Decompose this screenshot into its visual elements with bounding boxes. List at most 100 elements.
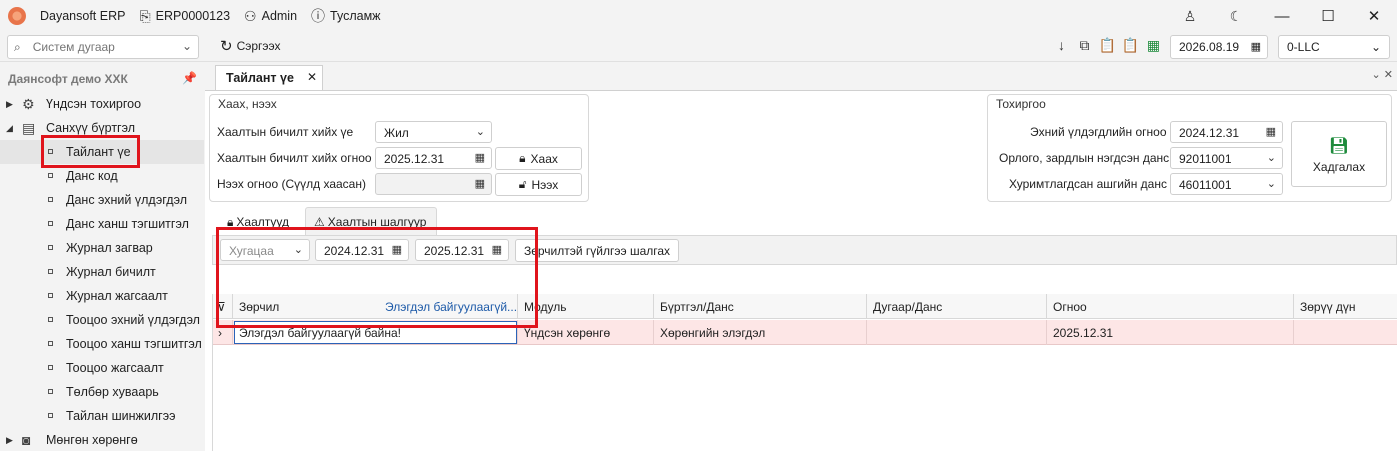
collapse-arrow-icon[interactable]: ◢ xyxy=(6,123,13,134)
tab-title: Тайлант үе xyxy=(226,71,294,85)
save-button[interactable]: 💾︎ Хадгалах xyxy=(1291,121,1387,187)
paste-icon[interactable]: 📋 xyxy=(1096,37,1119,54)
cell-register[interactable]: Хөрөнгийн элэгдэл xyxy=(654,320,867,345)
working-date[interactable]: 2026.08.19 ▦ xyxy=(1170,35,1268,59)
closing-period-select[interactable]: Жил ⌄ xyxy=(375,121,492,143)
save-icon: 💾︎ xyxy=(1328,138,1350,155)
sidebar-item-label: Данс эхний үлдэгдэл xyxy=(66,193,188,207)
opening-balance-date-input[interactable]: 2024.12.31 ▦ xyxy=(1170,121,1283,143)
closing-period-label: Хаалтын бичилт хийх үе xyxy=(217,125,354,139)
sidebar-item-settlement-list[interactable]: Тооцоо жагсаалт xyxy=(0,356,204,380)
close-window-button[interactable]: ✕ xyxy=(1351,7,1397,25)
help-menu[interactable]: ⓘ Тусламж xyxy=(311,6,381,26)
document-icon: ⎘ xyxy=(139,7,151,24)
bullet-icon xyxy=(48,389,53,394)
sidebar-item-settlement-opening[interactable]: Тооцоо эхний үлдэгдэл xyxy=(0,308,204,332)
calendar-icon[interactable]: ▦ xyxy=(475,151,485,164)
income-expense-account-label: Орлого, зардлын нэгдсэн данс xyxy=(999,151,1170,165)
sidebar-item-account-revaluation[interactable]: Данс ханш тэгшитгэл xyxy=(0,212,204,236)
sidebar-item-journal-list[interactable]: Журнал жагсаалт xyxy=(0,284,204,308)
erp-id-text: ERP0000123 xyxy=(155,9,231,23)
check-violations-button[interactable]: Зөрчилтэй гүйлгээ шалгах xyxy=(515,239,679,262)
retained-earnings-account-select[interactable]: 46011001 ⌄ xyxy=(1170,173,1283,195)
calendar-icon[interactable]: ▦ xyxy=(1251,40,1261,53)
calendar-icon[interactable]: ▦ xyxy=(475,177,485,190)
bullet-icon xyxy=(48,221,53,226)
bullet-icon xyxy=(48,197,53,202)
column-header-register[interactable]: Бүртгэл/Данс xyxy=(654,294,867,319)
check-violations-label: Зөрчилтэй гүйлгээ шалгах xyxy=(523,243,671,258)
cell-diff[interactable] xyxy=(1294,320,1397,345)
bullet-icon xyxy=(48,341,53,346)
pin-icon[interactable]: 📌 xyxy=(182,71,197,85)
help-icon: ⓘ xyxy=(311,8,326,24)
close-icon[interactable]: ✕ xyxy=(307,70,317,84)
sidebar-item-label: Журнал загвар xyxy=(66,241,153,255)
sidebar: Даянсофт демо ХХК 📌 ▶ ⚙ Үндсэн тохиргоо … xyxy=(0,64,204,451)
help-text: Тусламж xyxy=(330,9,381,23)
search-icon: ⌕ xyxy=(14,39,21,54)
sidebar-item-cash-assets[interactable]: ▶ ◙ Мөнгөн хөрөнгө xyxy=(0,428,204,451)
cell-number[interactable] xyxy=(867,320,1047,345)
download-icon[interactable]: ↓ xyxy=(1050,37,1073,54)
sidebar-item-label: Данс код xyxy=(66,169,118,183)
close-button-label: Хаах xyxy=(530,151,558,166)
cell-module[interactable]: Үндсэн хөрөнгө xyxy=(518,320,654,345)
income-expense-account-select[interactable]: 92011001 ⌄ xyxy=(1170,147,1283,169)
gear-icon: ⚙ xyxy=(22,95,35,112)
maximize-button[interactable]: ☐ xyxy=(1305,7,1351,25)
sidebar-item-basic-settings[interactable]: ▶ ⚙ Үндсэн тохиргоо xyxy=(0,92,204,116)
app-name: Dayansoft ERP xyxy=(40,9,125,23)
open-period-button[interactable]: 🔓︎ Нээх xyxy=(495,173,582,196)
column-header-module[interactable]: Модуль xyxy=(518,294,654,319)
sidebar-item-journal-template[interactable]: Журнал загвар xyxy=(0,236,204,260)
chevron-down-icon: ⌄ xyxy=(1370,40,1381,54)
sidebar-item-report-analysis[interactable]: Тайлан шинжилгээ xyxy=(0,404,204,428)
sidebar-item-payment-schedule[interactable]: Төлбөр хуваарь xyxy=(0,380,204,404)
user-icon: ⚇ xyxy=(244,7,257,24)
closing-date-input[interactable]: 2025.12.31 ▦ xyxy=(375,147,492,169)
ledger-icon: ▤ xyxy=(22,119,36,136)
refresh-button[interactable]: ↻ Сэргээх xyxy=(220,37,281,55)
unlock-icon: 🔓︎ xyxy=(518,177,527,191)
excel-icon[interactable]: ▦ xyxy=(1142,37,1165,54)
bullet-icon xyxy=(48,269,53,274)
tab-reporting-period[interactable]: Тайлант үе ✕ xyxy=(215,65,323,90)
sidebar-item-label: Тооцоо эхний үлдэгдэл xyxy=(66,313,200,327)
tab-overflow-chevron-icon[interactable]: ⌄ ✕ xyxy=(1372,68,1394,81)
group-title: Тохиргоо xyxy=(996,97,1046,111)
system-number-search[interactable]: ⌕ ⌄ xyxy=(7,35,199,59)
copy-icon[interactable]: ⧉ xyxy=(1073,37,1096,54)
column-header-diff[interactable]: Зөрүү дүн xyxy=(1294,294,1397,319)
clipboard-icon[interactable]: 📋 xyxy=(1119,37,1142,54)
theme-moon-icon[interactable]: ☾ xyxy=(1213,8,1259,25)
search-input[interactable] xyxy=(32,40,173,54)
expand-arrow-icon[interactable]: ▶ xyxy=(6,99,13,110)
open-date-input[interactable]: ▦ xyxy=(375,173,492,195)
user-menu[interactable]: ⚇ Admin xyxy=(244,8,297,25)
company-value: 0-LLC xyxy=(1287,40,1320,54)
erp-id[interactable]: ⎘ ERP0000123 xyxy=(139,8,230,25)
bullet-icon xyxy=(48,173,53,178)
refresh-label: Сэргээх xyxy=(236,39,281,53)
company-select[interactable]: 0-LLC ⌄ xyxy=(1278,35,1390,59)
close-period-button[interactable]: 🔒︎ Хаах xyxy=(495,147,582,170)
column-header-number[interactable]: Дугаар/Данс xyxy=(867,294,1047,319)
sidebar-item-label: Журнал жагсаалт xyxy=(66,289,168,303)
column-header-date[interactable]: Огноо xyxy=(1047,294,1294,319)
chevron-down-icon[interactable]: ⌄ xyxy=(182,39,192,53)
sidebar-item-account-opening[interactable]: Данс эхний үлдэгдэл xyxy=(0,188,204,212)
violation-text: Элэгдэл байгуулаагүй байна! xyxy=(239,326,401,340)
closing-period-value: Жил xyxy=(384,126,409,140)
expand-arrow-icon[interactable]: ▶ xyxy=(6,435,13,446)
sidebar-item-label: Санхүү бүртгэл xyxy=(46,121,136,135)
sidebar-item-journal-entry[interactable]: Журнал бичилт xyxy=(0,260,204,284)
cell-date[interactable]: 2025.12.31 xyxy=(1047,320,1294,345)
open-button-label: Нээх xyxy=(531,177,559,192)
accessibility-icon[interactable]: ♙ xyxy=(1167,8,1213,25)
sidebar-item-settlement-revaluation[interactable]: Тооцоо ханш тэгшитгэл xyxy=(0,332,204,356)
title-right-controls: ♙ ☾ — ☐ ✕ xyxy=(1167,0,1397,32)
minimize-button[interactable]: — xyxy=(1259,8,1305,25)
calendar-icon[interactable]: ▦ xyxy=(1266,125,1276,138)
group-title: Хаах, нээх xyxy=(218,97,277,111)
